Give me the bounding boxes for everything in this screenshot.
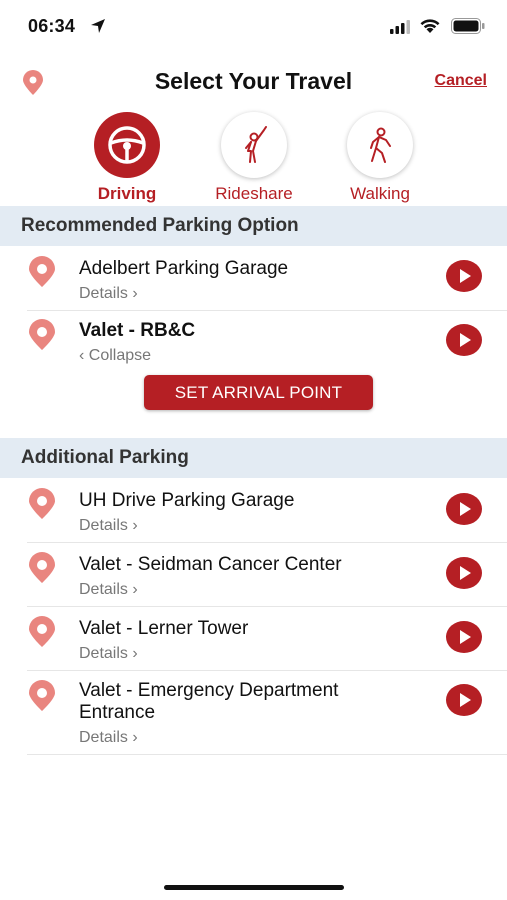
status-time: 06:34 (28, 16, 76, 36)
cancel-button[interactable]: Cancel (435, 72, 487, 90)
details-link[interactable]: Details › (79, 645, 138, 663)
mode-rideshare-label: Rideshare (215, 184, 293, 203)
list-item[interactable]: Valet - Emergency Department Entrance De… (0, 672, 507, 754)
mode-walking-label: Walking (350, 184, 410, 203)
list-item[interactable]: Valet - Lerner Tower Details › (0, 608, 507, 670)
divider (27, 754, 507, 755)
section-heading: Recommended Parking Option (21, 215, 299, 236)
travel-mode-selector: Driving Rideshare Walking (0, 112, 507, 203)
home-indicator[interactable] (164, 885, 344, 890)
wifi-icon (420, 19, 440, 33)
map-pin-icon (29, 319, 55, 350)
parking-name: UH Drive Parking Garage (79, 490, 295, 511)
cellular-signal-icon (390, 20, 410, 34)
parking-name-line2: Entrance (79, 702, 156, 723)
hailing-person-icon (245, 126, 267, 163)
parking-name: Valet - Lerner Tower (79, 618, 249, 639)
map-pin-icon (29, 680, 55, 711)
map-pin-icon (29, 488, 55, 519)
status-bar: 06:34 (0, 0, 507, 52)
mode-walking-circle[interactable] (347, 112, 413, 178)
section-heading: Additional Parking (21, 447, 189, 468)
mode-driving-label: Driving (97, 184, 157, 203)
mode-rideshare[interactable]: Rideshare (194, 112, 314, 204)
divider (27, 542, 507, 543)
list-item[interactable]: Valet - Seidman Cancer Center Details › (0, 544, 507, 606)
map-pin-icon (29, 552, 55, 583)
details-link[interactable]: Details › (79, 729, 138, 747)
navigate-play-button[interactable] (446, 324, 482, 356)
navigate-play-button[interactable] (446, 684, 482, 716)
divider (27, 670, 507, 671)
parking-name: Adelbert Parking Garage (79, 258, 289, 279)
list-item[interactable]: Valet - RB&C ‹ Collapse (0, 311, 507, 373)
set-arrival-point-button[interactable]: SET ARRIVAL POINT (144, 375, 373, 410)
map-pin-icon (29, 256, 55, 287)
navigate-play-button[interactable] (446, 621, 482, 653)
location-arrow-icon (91, 19, 105, 33)
mode-walking[interactable]: Walking (320, 112, 440, 204)
navigate-play-button[interactable] (446, 260, 482, 292)
parking-name: Valet - Emergency Department (79, 680, 339, 701)
mode-driving[interactable]: Driving (67, 112, 187, 204)
mode-driving-circle[interactable] (94, 112, 160, 178)
details-link[interactable]: Details › (79, 285, 138, 303)
additional-section-header: Additional Parking (0, 438, 507, 478)
header: Select Your Travel Cancel (0, 62, 507, 102)
collapse-link[interactable]: ‹ Collapse (79, 347, 151, 365)
navigate-play-button[interactable] (446, 557, 482, 589)
steering-wheel-icon (108, 126, 146, 164)
details-link[interactable]: Details › (79, 581, 138, 599)
page-title: Select Your Travel (154, 68, 353, 94)
details-link[interactable]: Details › (79, 517, 138, 535)
navigate-play-button[interactable] (446, 493, 482, 525)
recommended-section-header: Recommended Parking Option (0, 206, 507, 246)
map-pin-icon (29, 616, 55, 647)
list-item[interactable]: UH Drive Parking Garage Details › (0, 480, 507, 542)
walking-person-icon (370, 127, 391, 163)
list-item[interactable]: Adelbert Parking Garage Details › (0, 248, 507, 310)
mode-rideshare-circle[interactable] (221, 112, 287, 178)
parking-name: Valet - Seidman Cancer Center (79, 554, 342, 575)
battery-icon (451, 18, 485, 34)
divider (27, 606, 507, 607)
parking-name: Valet - RB&C (79, 320, 196, 341)
